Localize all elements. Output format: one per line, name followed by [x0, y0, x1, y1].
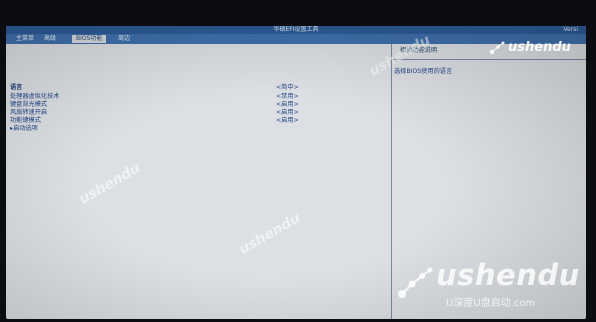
setting-label: 功能键模式: [10, 117, 41, 124]
setting-row-keyboard-backlight[interactable]: 键盘背光模式 <启用>: [6, 101, 391, 109]
watermark-brand: ushendu: [508, 40, 571, 55]
setting-value[interactable]: <启用>: [276, 109, 299, 117]
settings-pane: 语言 <简中> 处理器虚拟化技术 <禁用> 键盘背光模式 <启用> 风扇转速开启…: [6, 44, 392, 319]
setting-value[interactable]: <简中>: [276, 84, 299, 92]
tab-main[interactable]: 主菜单: [12, 35, 38, 43]
setting-row-virtualization[interactable]: 处理器虚拟化技术 <禁用>: [6, 93, 391, 101]
watermark-brand: ushendu: [436, 258, 580, 292]
watermark-tagline: U深度U盘启动.com: [446, 298, 536, 309]
setting-value[interactable]: <禁用>: [276, 93, 299, 101]
tab-bios-features[interactable]: BIOS功能: [72, 35, 107, 43]
watermark-logo-top: ushendu: [486, 40, 596, 60]
setting-label: 键盘背光模式: [10, 101, 48, 108]
version-label: Versi: [563, 26, 578, 33]
watermark-logo-bottom: ushendu U深度U盘启动.com: [392, 258, 588, 309]
setting-row-function-keys[interactable]: 功能键模式 <启用>: [6, 117, 391, 125]
setting-value[interactable]: <启用>: [276, 117, 299, 125]
setting-label: 处理器虚拟化技术: [10, 93, 60, 100]
setting-row-fan[interactable]: 风扇转速开启 <启用>: [6, 109, 391, 117]
watermark-logo-icon: [489, 41, 505, 55]
tab-advanced[interactable]: 高级: [40, 35, 60, 43]
setting-row-boot-options[interactable]: ▸启动选项: [6, 125, 391, 133]
help-text: 选择BIOS使用的语言: [394, 68, 453, 75]
title-bar: 华硕EFI设置工具 Versi: [6, 26, 586, 34]
setting-label: 风扇转速开启: [10, 109, 48, 116]
setting-label: ▸启动选项: [10, 125, 38, 132]
setting-value[interactable]: <启用>: [276, 101, 299, 109]
setting-label: 语言: [10, 84, 23, 91]
tab-peripherals[interactable]: 周边: [114, 35, 134, 43]
setting-row-language[interactable]: 语言 <简中>: [6, 84, 391, 92]
bios-title: 华硕EFI设置工具: [273, 26, 319, 33]
watermark-logo-icon: [398, 267, 433, 298]
